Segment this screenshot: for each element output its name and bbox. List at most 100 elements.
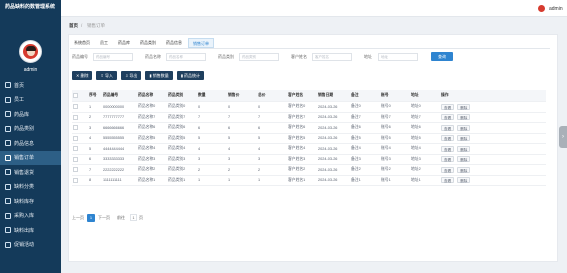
sidebar-item-material-stock[interactable]: 缺料库存	[0, 194, 61, 209]
sidebar-item-home[interactable]: 首页	[0, 78, 61, 93]
sidebar-username: admin	[23, 67, 38, 73]
user-name[interactable]: admin	[549, 6, 563, 12]
view-button[interactable]: 查看	[441, 145, 455, 152]
checkbox[interactable]	[73, 156, 78, 162]
sidebar-item-sales-return[interactable]: 销售退货	[0, 165, 61, 180]
cell-account: 账号7	[381, 114, 391, 119]
cell-date: 2024-03-26	[318, 136, 338, 141]
sidebar-item-drug-info[interactable]: 药品信息	[0, 136, 61, 151]
view-button[interactable]: 查看	[441, 135, 455, 142]
cell-category: 药品类别5	[168, 135, 186, 140]
list-icon	[5, 183, 11, 190]
delete-button[interactable]: ✕ 删除	[72, 71, 93, 80]
row-select[interactable]	[73, 155, 78, 165]
table-row[interactable]: 7 2222222222 药品名称2 药品类别2 2 2 2 客户姓名2 2024-03-26 备…	[72, 165, 546, 176]
sales-quantity-button[interactable]: ▮ 销售数量	[145, 71, 173, 80]
sidebar: 药品缺料的数管理系统 admin 首页 员工 药品库 药品类别 药品信息 销售订…	[0, 0, 61, 273]
delete-row-button[interactable]: 删除	[457, 156, 471, 163]
import-button[interactable]: ⇧ 导入	[96, 71, 117, 80]
cell-code: 2222222222	[103, 167, 125, 172]
table-row[interactable]: 2 7777777777 药品名称7 药品类别7 7 7 7 客户姓名7 2024-03-26 备…	[72, 113, 546, 123]
chevron-right-icon[interactable]: ›	[559, 126, 567, 148]
cell-remark: 备注2	[351, 167, 361, 172]
row-select[interactable]	[73, 102, 78, 112]
row-select[interactable]	[73, 144, 78, 154]
search-button[interactable]: 查询	[431, 52, 453, 61]
view-button[interactable]: 查看	[441, 114, 455, 121]
cell-category: 药品类别2	[168, 167, 186, 172]
row-select[interactable]	[73, 165, 78, 175]
export-button-label: 导出	[129, 73, 138, 78]
checkbox[interactable]	[73, 135, 78, 141]
sidebar-item-purchase-inbound[interactable]: 采购入库	[0, 209, 61, 224]
row-select[interactable]	[73, 123, 78, 133]
table-row[interactable]: 5 4444444444 药品名称4 药品类别4 4 4 4 客户姓名4 2024-03-26 备…	[72, 144, 546, 155]
breadcrumb-home[interactable]: 首页	[69, 23, 78, 29]
page-jump-input[interactable]: 1	[130, 214, 137, 221]
table-body: 1 0000000000 药品名称0 药品类别0 0 0 0 客户姓名0 2024-03-26 备…	[72, 102, 546, 186]
search-input-name[interactable]: 药品名称	[166, 53, 206, 61]
search-form: 药品编号 药品编号 药品名称 药品名称 药品类别 药品类别 客户姓名 客户姓名 …	[72, 52, 542, 62]
tab-sales-order[interactable]: 销售订单	[188, 38, 214, 48]
sidebar-item-material-category[interactable]: 缺料分类	[0, 180, 61, 195]
sidebar-item-sales-order[interactable]: 销售订单	[0, 150, 61, 165]
cell-date: 2024-03-26	[318, 167, 338, 172]
delete-row-button[interactable]: 删除	[457, 103, 471, 110]
checkbox[interactable]	[73, 125, 78, 131]
prev-page-button[interactable]: 上一页	[72, 215, 84, 221]
export-button[interactable]: ⇩ 导出	[120, 71, 142, 80]
search-input-address[interactable]: 地址	[378, 53, 418, 61]
view-button[interactable]: 查看	[441, 166, 455, 173]
tab-staff[interactable]: 员工	[96, 38, 112, 48]
sidebar-item-material-outbound[interactable]: 缺料出库	[0, 223, 61, 238]
checkbox[interactable]	[73, 93, 78, 98]
table-row[interactable]: 1 0000000000 药品名称0 药品类别0 0 0 0 客户姓名0 2024-03-26 备…	[72, 102, 546, 113]
drug-stats-button[interactable]: ▮ 药品统计	[176, 71, 205, 80]
checkbox[interactable]	[73, 177, 78, 183]
delete-row-button[interactable]: 删除	[457, 166, 471, 173]
checkbox[interactable]	[73, 167, 78, 173]
cell-no: 8	[89, 178, 92, 183]
table-row[interactable]: 3 6666666666 药品名称6 药品类别6 6 6 6 客户姓名6 2024-03-26 备…	[72, 123, 546, 134]
page-number-current[interactable]: 1	[87, 213, 95, 222]
tab-system-home[interactable]: 系统首页	[70, 38, 94, 48]
header-cell: 序号	[89, 93, 97, 97]
table-row[interactable]: 6 3333333333 药品名称3 药品类别3 3 3 3 客户姓名3 2024-03-26 备…	[72, 155, 546, 165]
header-cell: 销售日期	[318, 93, 334, 97]
row-select[interactable]	[73, 134, 78, 144]
tab-drug-store[interactable]: 药品库	[114, 38, 134, 48]
search-input-category[interactable]: 药品类别	[239, 53, 279, 61]
tab-drug-category[interactable]: 药品类别	[136, 38, 160, 48]
sidebar-avatar[interactable]	[19, 40, 42, 63]
tab-drug-info[interactable]: 药品信息	[162, 38, 186, 48]
checkbox[interactable]	[73, 114, 78, 120]
view-button[interactable]: 查看	[441, 103, 455, 110]
row-select[interactable]	[73, 176, 78, 186]
checkbox[interactable]	[73, 104, 78, 110]
sidebar-item-promotion[interactable]: 促销活动	[0, 238, 61, 253]
sidebar-item-drug-category[interactable]: 药品类别	[0, 122, 61, 137]
checkbox[interactable]	[73, 146, 78, 152]
cell-no: 6	[89, 157, 92, 162]
row-select[interactable]	[73, 113, 78, 123]
sidebar-item-drug-store[interactable]: 药品库	[0, 107, 61, 122]
delete-row-button[interactable]: 删除	[457, 177, 471, 184]
user-avatar[interactable]	[537, 4, 546, 13]
search-input-code[interactable]: 药品编号	[93, 53, 133, 61]
next-page-button[interactable]: 下一页	[98, 215, 110, 221]
delete-row-button[interactable]: 删除	[457, 114, 471, 121]
table-row[interactable]: 8 1111111111 药品名称1 药品类别1 1 1 1 客户姓名1 2024-03-26 备…	[72, 176, 546, 186]
view-button[interactable]: 查看	[441, 156, 455, 163]
header-cell: 地址	[411, 93, 419, 97]
view-button[interactable]: 查看	[441, 124, 455, 131]
table-row[interactable]: 4 5555555555 药品名称5 药品类别5 5 5 5 客户姓名5 2024-03-26 备…	[72, 134, 546, 144]
delete-row-button[interactable]: 删除	[457, 124, 471, 131]
delete-row-button[interactable]: 删除	[457, 145, 471, 152]
sidebar-item-staff[interactable]: 员工	[0, 93, 61, 108]
sidebar-menu: 首页 员工 药品库 药品类别 药品信息 销售订单 销售退货 缺料分类 缺料库存 …	[0, 78, 61, 252]
view-button[interactable]: 查看	[441, 177, 455, 184]
header-select-all[interactable]	[73, 90, 78, 101]
delete-row-button[interactable]: 删除	[457, 135, 471, 142]
search-input-customer[interactable]: 客户姓名	[312, 53, 352, 61]
tab-divider	[70, 48, 550, 49]
